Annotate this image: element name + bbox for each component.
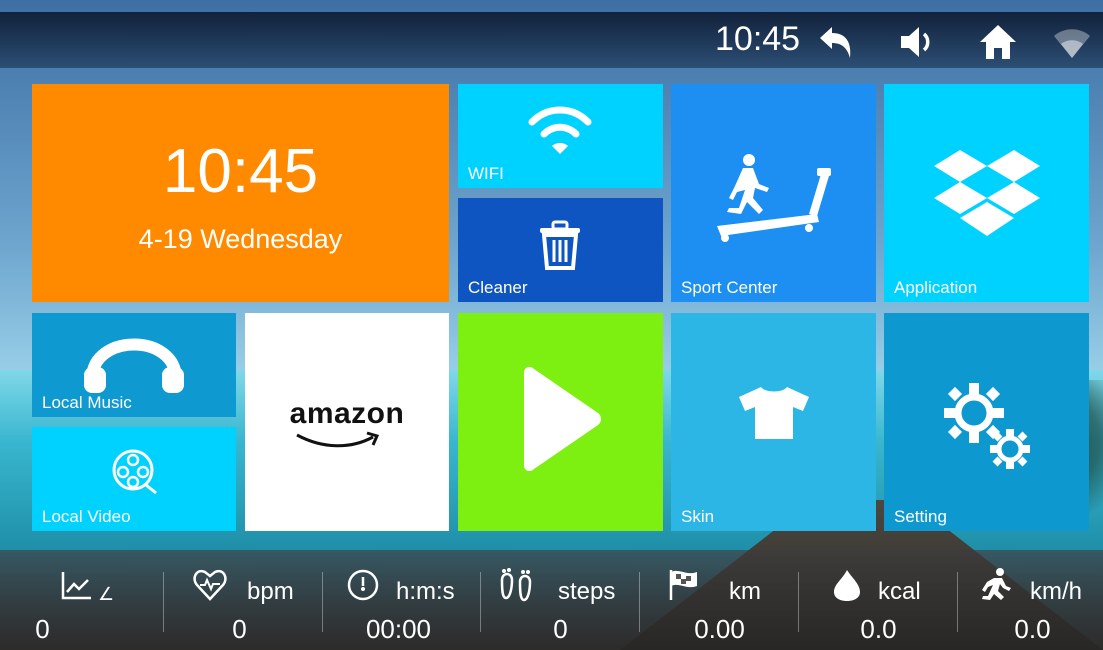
clock-tile[interactable]: 10:45 4-19 Wednesday (32, 84, 449, 302)
trash-icon (536, 220, 584, 275)
setting-tile[interactable]: Setting (884, 313, 1089, 531)
stat-unit: ∠ (98, 584, 115, 604)
flame-icon (830, 568, 864, 602)
stat-divider (480, 572, 481, 632)
play-icon (520, 366, 602, 476)
stat-divider (639, 572, 640, 632)
application-tile[interactable]: Application (884, 84, 1089, 302)
setting-label: Setting (894, 507, 947, 526)
sport-center-tile[interactable]: Sport Center (671, 84, 876, 302)
volume-icon[interactable] (898, 22, 938, 62)
clock-date: 4-19 Wednesday (138, 224, 343, 254)
wifi-icon (528, 104, 592, 163)
stat-distance: km 0.00 (641, 550, 798, 650)
incline-icon (60, 568, 94, 602)
play-tile[interactable] (458, 313, 663, 531)
stat-heart-rate: bpm 0 (165, 550, 322, 650)
stat-unit: kcal (878, 578, 921, 605)
headphones-icon (82, 323, 186, 398)
stat-unit: bpm (247, 578, 294, 605)
runner-speed-icon (978, 568, 1012, 602)
stat-unit: h:m:s (396, 578, 455, 605)
stat-value: 0 (232, 614, 247, 644)
amazon-logo: amazon (289, 397, 405, 430)
status-bar: 10:45 (0, 12, 1103, 68)
clock-time: 10:45 (162, 137, 319, 206)
dropbox-icon (934, 150, 1040, 247)
local-music-tile[interactable]: Local Music (32, 313, 236, 417)
stat-incline: ∠ 0 (4, 550, 161, 650)
sport-center-label: Sport Center (681, 278, 778, 297)
film-reel-icon (110, 447, 160, 502)
gears-icon (940, 379, 1036, 480)
local-music-label: Local Music (42, 393, 132, 412)
heart-rate-icon (193, 568, 227, 602)
back-arrow-icon[interactable] (816, 22, 856, 62)
finish-flag-icon (667, 568, 701, 602)
local-video-tile[interactable]: Local Video (32, 427, 236, 531)
cleaner-label: Cleaner (468, 278, 528, 297)
wifi-tile[interactable]: WIFI (458, 84, 663, 188)
stat-value: 0.0 (860, 614, 897, 644)
treadmill-runner-icon (713, 154, 833, 249)
stat-value: 0.0 (1014, 614, 1051, 644)
stat-value: 0.00 (694, 614, 745, 644)
workout-stats-bar: ∠ 0 bpm 0 h:m:s 00:00 steps 0 km 0.00 kc… (0, 550, 1103, 650)
stat-calories: kcal 0.0 (800, 550, 957, 650)
stat-speed: km/h 0.0 (946, 550, 1103, 650)
stat-unit: km (729, 578, 761, 605)
tshirt-icon (737, 385, 811, 446)
local-video-label: Local Video (42, 507, 131, 526)
wifi-label: WIFI (468, 164, 504, 183)
stat-unit: steps (558, 578, 616, 605)
wifi-signal-icon (1052, 22, 1092, 62)
stat-value: 0 (35, 614, 50, 644)
home-icon[interactable] (978, 22, 1018, 62)
amazon-smile (293, 431, 383, 454)
application-label: Application (894, 278, 978, 297)
status-time: 10:45 (715, 20, 801, 58)
stat-steps: steps 0 (482, 550, 639, 650)
stat-unit: km/h (1030, 578, 1083, 605)
stat-time: h:m:s 00:00 (324, 550, 481, 650)
cleaner-tile[interactable]: Cleaner (458, 198, 663, 302)
skin-label: Skin (681, 507, 715, 526)
timer-icon (346, 568, 380, 602)
footsteps-icon (498, 568, 532, 602)
stat-divider (798, 572, 799, 632)
stat-value: 00:00 (365, 614, 432, 644)
skin-tile[interactable]: Skin (671, 313, 876, 531)
amazon-tile[interactable]: amazon (245, 313, 449, 531)
stat-value: 0 (553, 614, 568, 644)
